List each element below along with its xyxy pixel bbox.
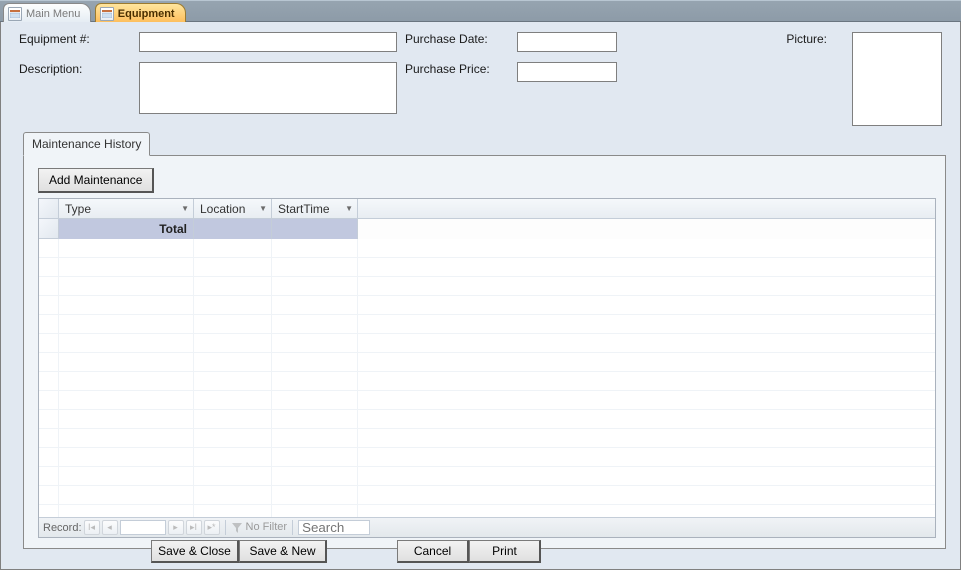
column-header-location[interactable]: Location ▼ [194, 199, 272, 218]
grid-total-row: Total [39, 219, 935, 239]
form-icon [8, 7, 22, 21]
footer-buttons: Save & Close Save & New Cancel Print [1, 540, 960, 563]
form-icon [100, 7, 114, 21]
column-header-blank [358, 199, 935, 218]
purchase-date-label: Purchase Date: [397, 32, 517, 46]
document-tab-strip: Main Menu Equipment [0, 0, 961, 22]
description-input[interactable] [139, 62, 397, 114]
add-maintenance-button[interactable]: Add Maintenance [38, 168, 154, 193]
cancel-button[interactable]: Cancel [397, 540, 469, 563]
tab-main-menu-label: Main Menu [26, 8, 80, 20]
grid-body[interactable] [39, 239, 935, 517]
save-close-button[interactable]: Save & Close [151, 540, 239, 563]
tab-equipment-label: Equipment [118, 8, 175, 20]
subform-tab-wrap: Maintenance History [23, 132, 150, 156]
column-header-type-label: Type [65, 202, 91, 216]
nav-new-button[interactable]: ▸* [204, 520, 220, 535]
row-selector[interactable] [39, 219, 59, 238]
purchase-price-input[interactable] [517, 62, 617, 82]
save-new-button[interactable]: Save & New [239, 540, 327, 563]
record-navigator: Record: I◂ ◂ ▸ ▸I ▸* No Filter [39, 517, 935, 537]
print-button[interactable]: Print [469, 540, 541, 563]
grid-header: Type ▼ Location ▼ StartTime ▼ [39, 199, 935, 219]
form-body: Equipment #: Purchase Date: Description:… [0, 22, 961, 570]
picture-box[interactable] [852, 32, 942, 126]
total-label: Total [59, 219, 194, 239]
nav-prev-button[interactable]: ◂ [102, 520, 118, 535]
chevron-down-icon: ▼ [181, 204, 189, 213]
nav-next-button[interactable]: ▸ [168, 520, 184, 535]
tab-equipment[interactable]: Equipment [95, 3, 186, 23]
nav-separator [225, 520, 226, 535]
maintenance-grid: Type ▼ Location ▼ StartTime ▼ Total [38, 198, 936, 538]
picture-label: Picture: [786, 32, 827, 46]
grid-select-all[interactable] [39, 199, 59, 218]
equipment-no-label: Equipment #: [19, 32, 139, 46]
total-filler-cell [358, 219, 935, 239]
record-label: Record: [43, 522, 82, 534]
nav-current-record[interactable] [120, 520, 166, 535]
subform-tab-maintenance-history[interactable]: Maintenance History [23, 132, 150, 156]
total-starttime-cell [272, 219, 358, 239]
nav-separator [292, 520, 293, 535]
tab-main-menu[interactable]: Main Menu [3, 3, 91, 23]
column-header-type[interactable]: Type ▼ [59, 199, 194, 218]
filter-indicator[interactable]: No Filter [231, 521, 288, 533]
column-header-starttime[interactable]: StartTime ▼ [272, 199, 358, 218]
fields-area: Equipment #: Purchase Date: Description:… [19, 32, 942, 127]
purchase-price-label: Purchase Price: [397, 62, 517, 76]
chevron-down-icon: ▼ [345, 204, 353, 213]
purchase-date-input[interactable] [517, 32, 617, 52]
equipment-no-input[interactable] [139, 32, 397, 52]
nav-first-button[interactable]: I◂ [84, 520, 100, 535]
nav-search-input[interactable] [298, 520, 370, 535]
nav-last-button[interactable]: ▸I [186, 520, 202, 535]
chevron-down-icon: ▼ [259, 204, 267, 213]
description-label: Description: [19, 62, 139, 76]
subform-panel: Add Maintenance Type ▼ Location ▼ StartT… [23, 155, 946, 549]
column-header-starttime-label: StartTime [278, 202, 330, 216]
funnel-icon [231, 522, 243, 534]
column-header-location-label: Location [200, 202, 245, 216]
total-location-cell [194, 219, 272, 239]
